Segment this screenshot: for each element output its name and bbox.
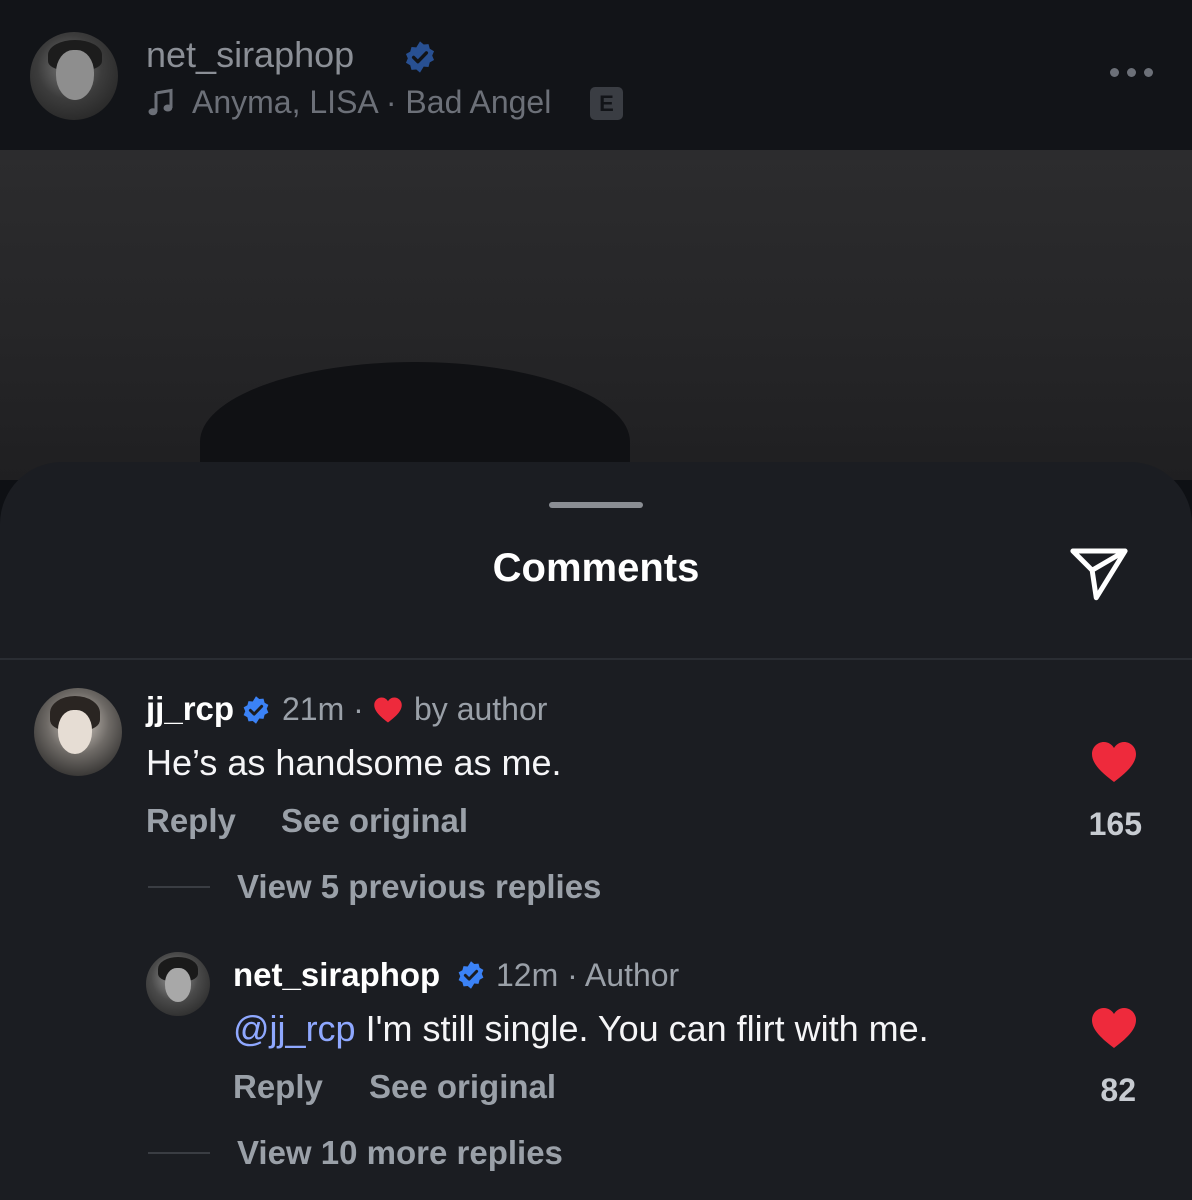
reply-username[interactable]: net_siraphop — [233, 956, 440, 994]
music-track-label[interactable]: Anyma, LISA · Bad Angel — [192, 84, 551, 121]
comments-sheet: Comments jj_rcp 21m · by author He’s as … — [0, 462, 1192, 1200]
like-count: 165 — [1088, 806, 1142, 842]
reply-timestamp-author: 12m · Author — [496, 957, 680, 993]
see-original-button[interactable]: See original — [281, 802, 468, 840]
commenter-avatar[interactable] — [34, 688, 122, 776]
liked-by-author-label: by author — [414, 691, 548, 727]
explicit-badge: E — [590, 87, 623, 120]
sheet-grabber[interactable] — [549, 502, 643, 508]
post-photo — [0, 150, 1192, 522]
view-previous-replies-button[interactable]: View 5 previous replies — [237, 868, 601, 906]
thread-line — [148, 1152, 210, 1154]
comment-username[interactable]: jj_rcp — [146, 690, 234, 728]
reply-button[interactable]: Reply — [233, 1068, 323, 1106]
verified-badge-icon — [243, 696, 269, 724]
like-heart-icon[interactable] — [1090, 740, 1138, 784]
see-original-button[interactable]: See original — [369, 1068, 556, 1106]
reply-text: @jj_rcp I'm still single. You can flirt … — [233, 1008, 929, 1050]
post-author-avatar[interactable] — [30, 32, 118, 120]
reply-body: I'm still single. You can flirt with me. — [355, 1008, 929, 1049]
reply-avatar[interactable] — [146, 952, 210, 1016]
liked-by-author-heart-icon — [374, 697, 402, 723]
mention-link[interactable]: @jj_rcp — [233, 1008, 356, 1049]
verified-badge-icon — [458, 961, 484, 989]
view-more-replies-button[interactable]: View 10 more replies — [237, 1134, 563, 1172]
like-count: 82 — [1100, 1072, 1136, 1108]
thread-line — [148, 886, 210, 888]
like-heart-icon[interactable] — [1090, 1006, 1138, 1050]
sheet-title: Comments — [492, 546, 700, 590]
divider — [0, 658, 1192, 660]
share-send-icon[interactable] — [1066, 540, 1132, 606]
music-note-icon — [148, 88, 173, 116]
post-username[interactable]: net_siraphop — [146, 34, 354, 76]
verified-badge-icon — [405, 41, 435, 73]
comment-text: He’s as handsome as me. — [146, 742, 562, 783]
reply-button[interactable]: Reply — [146, 802, 236, 840]
comment-timestamp: 21m · — [282, 691, 364, 727]
post-header: net_siraphop Anyma, LISA · Bad Angel E — [0, 0, 1192, 150]
more-options-icon[interactable] — [1110, 66, 1154, 80]
